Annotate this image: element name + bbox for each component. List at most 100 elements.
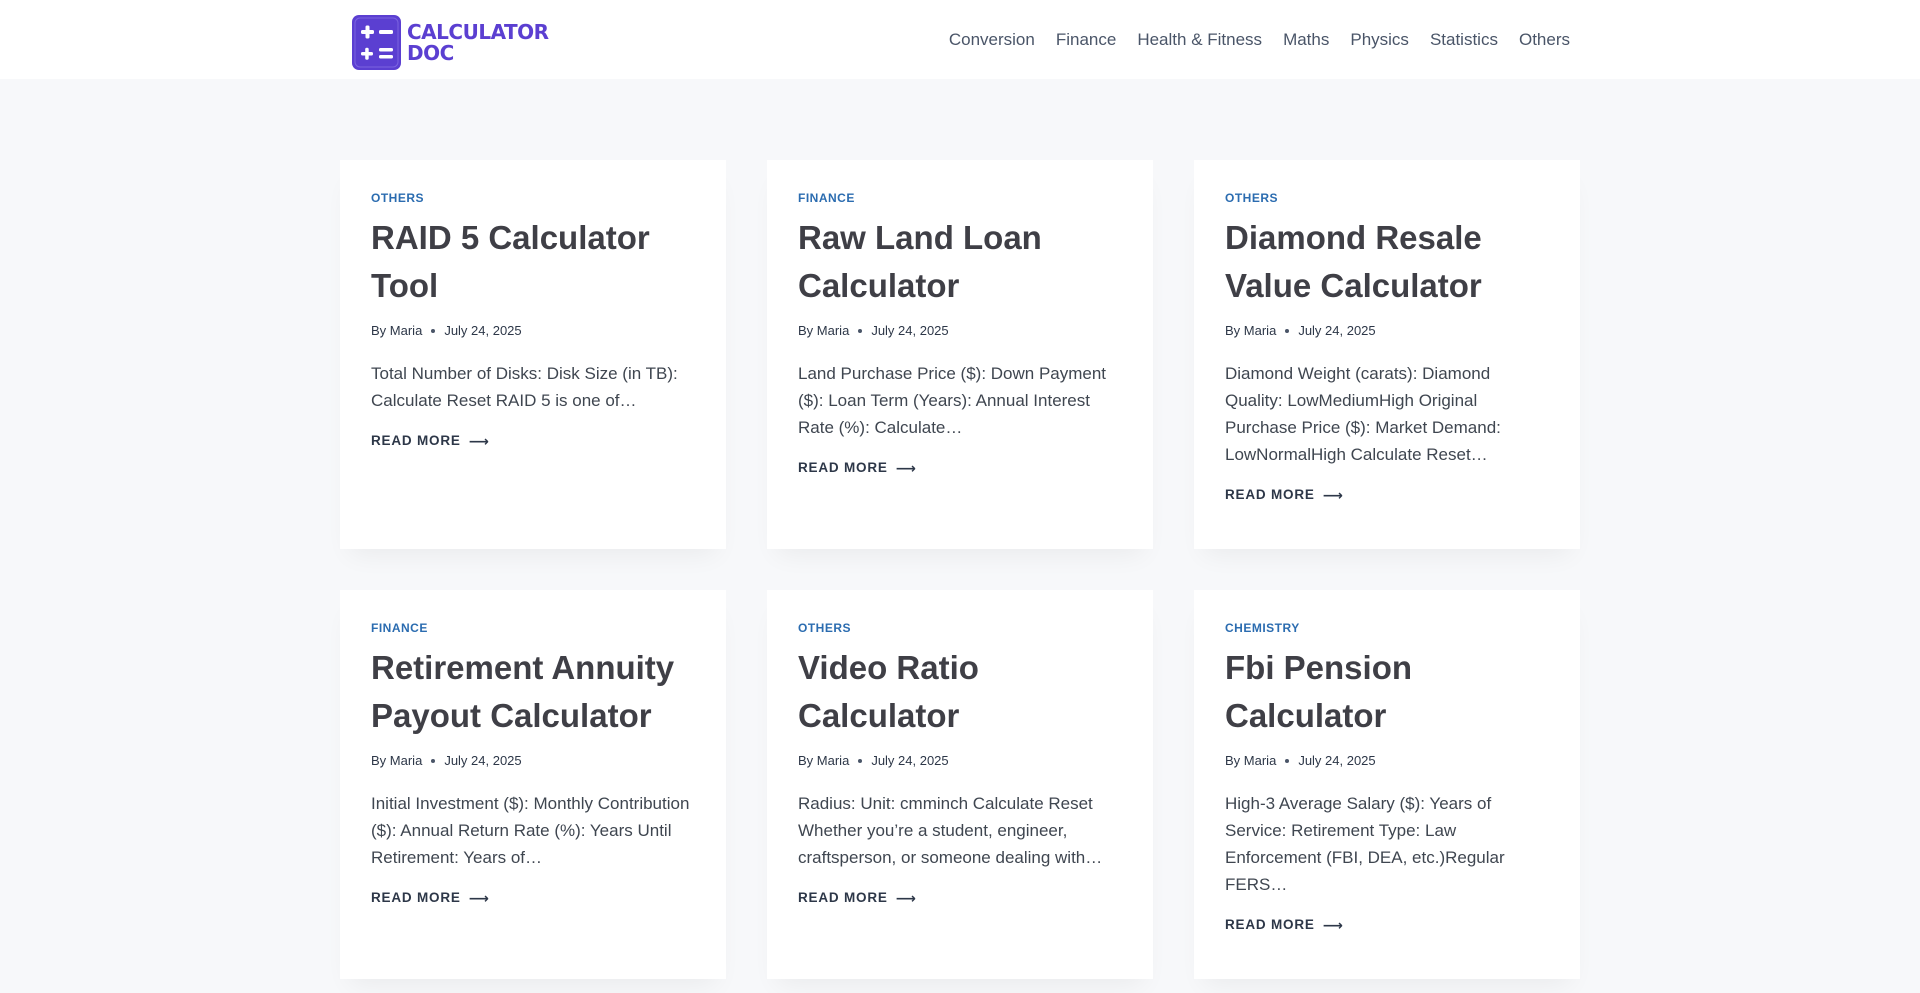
post-card: OTHERS RAID 5 Calculator Tool By Maria J…: [340, 160, 726, 549]
logo-line-2: DOC: [407, 40, 454, 65]
post-title[interactable]: Fbi Pension Calculator: [1225, 644, 1549, 740]
post-excerpt-line: Service: Retirement Type: Law: [1225, 821, 1457, 840]
post-meta: By Maria July 24, 2025: [1225, 752, 1549, 770]
nav-item-health-fitness[interactable]: Health & Fitness: [1137, 30, 1262, 50]
post-excerpt-line: Land Purchase Price ($): Down Payment: [798, 364, 1107, 383]
read-more-link[interactable]: READ MORE ⟶: [798, 459, 1122, 477]
post-excerpt-line: Total Number of Disks: Disk Size (in TB)…: [371, 364, 678, 383]
post-date: July 24, 2025: [871, 753, 949, 768]
arrow-right-icon: ⟶: [1322, 917, 1344, 933]
site-header: CALCULATOR DOC Conversion Finance Health…: [0, 0, 1920, 79]
post-by-label: By: [1225, 323, 1241, 338]
post-by-label: By: [371, 323, 387, 338]
post-title-line[interactable]: Value Calculator: [1225, 267, 1482, 304]
post-card: FINANCE Retirement Annuity Payout Calcul…: [340, 590, 726, 979]
post-excerpt-line: FERS…: [1225, 875, 1288, 894]
read-more-link[interactable]: READ MORE ⟶: [1225, 916, 1549, 934]
arrow-right-icon: ⟶: [895, 460, 917, 476]
post-category-link[interactable]: OTHERS: [798, 621, 1122, 635]
post-excerpt: Land Purchase Price ($): Down Payment ($…: [798, 360, 1122, 441]
post-card: OTHERS Diamond Resale Value Calculator B…: [1194, 160, 1580, 549]
meta-separator-dot: [431, 759, 436, 763]
post-title-line[interactable]: Payout Calculator: [371, 697, 652, 734]
post-excerpt: Diamond Weight (carats): Diamond Quality…: [1225, 360, 1549, 468]
read-more-link[interactable]: READ MORE ⟶: [371, 432, 695, 450]
read-more-label[interactable]: READ MORE: [1225, 916, 1315, 934]
meta-separator-dot: [431, 329, 436, 333]
meta-separator-dot: [858, 759, 863, 763]
nav-item-conversion[interactable]: Conversion: [949, 30, 1035, 50]
post-title[interactable]: RAID 5 Calculator Tool: [371, 214, 695, 310]
read-more-link[interactable]: READ MORE ⟶: [371, 889, 695, 907]
read-more-label[interactable]: READ MORE: [798, 889, 888, 907]
post-title-line[interactable]: RAID 5 Calculator: [371, 219, 650, 256]
post-excerpt-line: craftsperson, or someone dealing with…: [798, 848, 1103, 867]
post-title[interactable]: Raw Land Loan Calculator: [798, 214, 1122, 310]
read-more-label[interactable]: READ MORE: [1225, 486, 1315, 504]
read-more-label[interactable]: READ MORE: [371, 889, 461, 907]
post-excerpt-line: Purchase Price ($): Market Demand:: [1225, 418, 1501, 437]
post-category-link[interactable]: FINANCE: [371, 621, 695, 635]
post-author-link[interactable]: Maria: [390, 752, 423, 770]
post-title-line[interactable]: Tool: [371, 267, 438, 304]
post-category-link[interactable]: FINANCE: [798, 191, 1122, 205]
meta-separator-dot: [1285, 759, 1290, 763]
read-more-link[interactable]: READ MORE ⟶: [798, 889, 1122, 907]
post-title-line[interactable]: Diamond Resale: [1225, 219, 1482, 256]
meta-separator-dot: [1285, 329, 1290, 333]
post-excerpt-line: Quality: LowMediumHigh Original: [1225, 391, 1478, 410]
post-title-line[interactable]: Calculator: [798, 697, 959, 734]
logo-wordmark: CALCULATOR DOC: [407, 19, 549, 65]
read-more-link[interactable]: READ MORE ⟶: [1225, 486, 1549, 504]
calculator-logo-icon: [352, 15, 401, 70]
post-by-label: By: [798, 753, 814, 768]
arrow-right-icon: ⟶: [895, 890, 917, 906]
post-author-link[interactable]: Maria: [1244, 322, 1277, 340]
nav-item-finance[interactable]: Finance: [1056, 30, 1116, 50]
post-title-line[interactable]: Retirement Annuity: [371, 649, 674, 686]
post-author-link[interactable]: Maria: [390, 322, 423, 340]
post-title-line[interactable]: Raw Land Loan: [798, 219, 1042, 256]
post-title-line[interactable]: Calculator: [1225, 697, 1386, 734]
nav-item-maths[interactable]: Maths: [1283, 30, 1329, 50]
post-category-link[interactable]: OTHERS: [371, 191, 695, 205]
arrow-right-icon: ⟶: [1322, 487, 1344, 503]
meta-separator-dot: [858, 329, 863, 333]
read-more-label[interactable]: READ MORE: [371, 432, 461, 450]
post-title-line[interactable]: Calculator: [798, 267, 959, 304]
post-meta: By Maria July 24, 2025: [371, 752, 695, 770]
post-excerpt-line: Calculate Reset RAID 5 is one of…: [371, 391, 637, 410]
post-title[interactable]: Video Ratio Calculator: [798, 644, 1122, 740]
post-author-link[interactable]: Maria: [817, 322, 850, 340]
post-title[interactable]: Retirement Annuity Payout Calculator: [371, 644, 695, 740]
read-more-label[interactable]: READ MORE: [798, 459, 888, 477]
post-author-link[interactable]: Maria: [817, 752, 850, 770]
post-title[interactable]: Diamond Resale Value Calculator: [1225, 214, 1549, 310]
post-title-line[interactable]: Video Ratio: [798, 649, 979, 686]
post-excerpt-line: Diamond Weight (carats): Diamond: [1225, 364, 1491, 383]
post-by-label: By: [798, 323, 814, 338]
post-excerpt-line: Radius: Unit: cmminch Calculate Reset: [798, 794, 1093, 813]
post-excerpt: Radius: Unit: cmminch Calculate Reset Wh…: [798, 790, 1122, 871]
post-card: OTHERS Video Ratio Calculator By Maria J…: [767, 590, 1153, 979]
post-author-link[interactable]: Maria: [1244, 752, 1277, 770]
post-title-line[interactable]: Fbi Pension: [1225, 649, 1412, 686]
arrow-right-icon: ⟶: [468, 890, 490, 906]
post-excerpt: Total Number of Disks: Disk Size (in TB)…: [371, 360, 695, 414]
post-date: July 24, 2025: [444, 323, 522, 338]
nav-item-statistics[interactable]: Statistics: [1430, 30, 1498, 50]
post-excerpt-line: ($): Loan Term (Years): Annual Interest: [798, 391, 1090, 410]
post-date: July 24, 2025: [871, 323, 949, 338]
post-card: FINANCE Raw Land Loan Calculator By Mari…: [767, 160, 1153, 549]
post-category-link[interactable]: CHEMISTRY: [1225, 621, 1549, 635]
post-excerpt-line: High-3 Average Salary ($): Years of: [1225, 794, 1492, 813]
logo-line-1: CALCULATOR: [407, 19, 549, 44]
post-by-label: By: [371, 753, 387, 768]
post-excerpt-line: Enforcement (FBI, DEA, etc.)Regular: [1225, 848, 1505, 867]
post-category-link[interactable]: OTHERS: [1225, 191, 1549, 205]
site-logo[interactable]: CALCULATOR DOC: [352, 15, 549, 70]
post-by-label: By: [1225, 753, 1241, 768]
nav-item-others[interactable]: Others: [1519, 30, 1570, 50]
nav-item-physics[interactable]: Physics: [1350, 30, 1409, 50]
post-date: July 24, 2025: [1298, 323, 1376, 338]
